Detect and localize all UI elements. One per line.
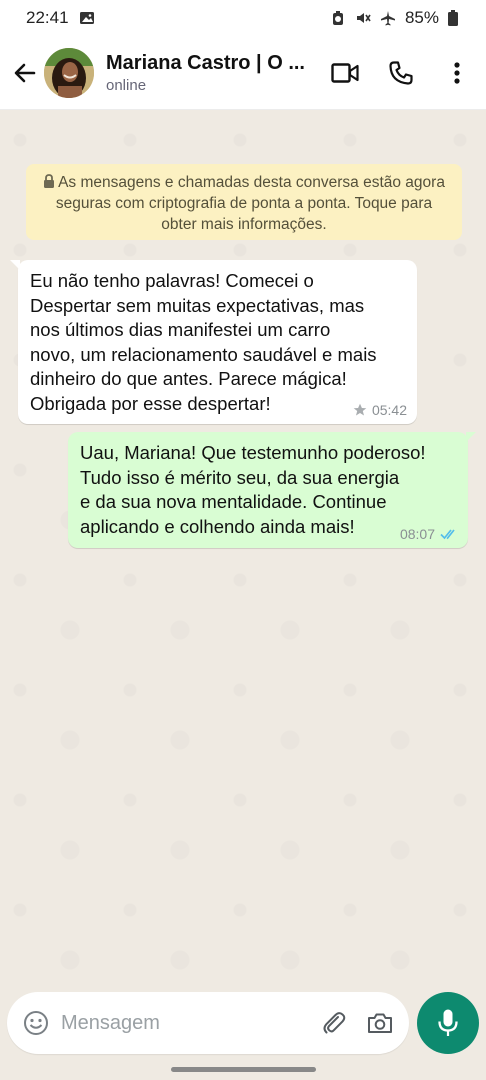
message-composer: Mensagem [7,992,409,1054]
contact-status: online [106,76,147,94]
camera-icon [368,1013,392,1033]
camera-button[interactable] [365,1008,395,1038]
contact-name: Mariana Castro | O ... [106,51,305,74]
status-bar: 22:41 85% [0,0,486,36]
alarm-icon [330,10,346,26]
more-options-button[interactable] [440,56,474,90]
video-camera-icon [331,63,359,83]
double-check-read-icon [440,529,455,540]
incoming-message[interactable]: Eu não tenho palavras! Comecei o Despert… [10,260,417,424]
chat-area[interactable]: As mensagens e chamadas desta conversa e… [0,110,486,990]
message-text: Eu não tenho palavras! Comecei o Despert… [30,270,377,414]
voice-call-button[interactable] [384,56,418,90]
lock-icon [44,174,55,188]
encryption-notice[interactable]: As mensagens e chamadas desta conversa e… [26,164,462,240]
paperclip-icon [323,1012,346,1034]
battery-icon [448,10,464,26]
video-call-button[interactable] [328,56,362,90]
back-button[interactable] [4,52,46,94]
arrow-left-icon [14,63,36,82]
chat-header: Mariana Castro | O ... online [0,36,486,110]
kebab-menu-icon [454,62,460,84]
emoji-icon [24,1011,48,1035]
outgoing-message[interactable]: Uau, Mariana! Que testemunho poderoso! T… [68,432,476,548]
battery-percent: 85% [404,8,439,27]
status-time: 22:41 [26,8,69,27]
star-icon [353,403,367,416]
microphone-icon [438,1009,458,1036]
contact-info[interactable]: Mariana Castro | O ... online [106,52,318,94]
mute-vibrate-icon [355,10,371,26]
gallery-notification-icon [79,10,95,26]
message-time: 08:07 [399,526,435,542]
airplane-mode-icon [380,10,396,26]
message-time: 05:42 [371,402,407,418]
encryption-notice-text: As mensagens e chamadas desta conversa e… [55,174,445,233]
phone-icon [389,61,413,85]
attach-button[interactable] [319,1008,349,1038]
message-text: Uau, Mariana! Que testemunho poderoso! T… [80,442,426,537]
voice-message-button[interactable] [417,992,479,1054]
home-indicator[interactable] [171,1067,316,1072]
contact-photo [44,47,94,98]
message-input[interactable]: Mensagem [61,1012,319,1035]
avatar[interactable] [44,47,94,98]
emoji-button[interactable] [21,1008,51,1038]
